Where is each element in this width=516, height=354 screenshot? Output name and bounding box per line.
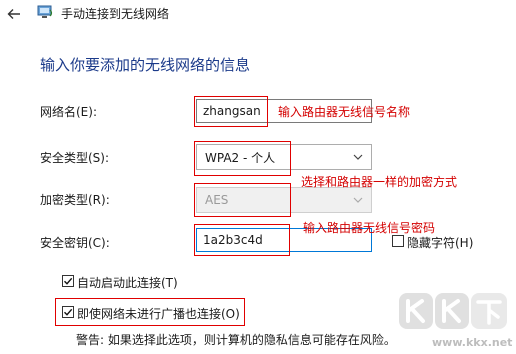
annotation-box-security [194, 141, 291, 176]
watermark-url: www.kkx.net [432, 336, 513, 349]
hide-chars-label: 隐藏字符(H) [407, 236, 474, 250]
network-icon [37, 5, 53, 18]
chevron-down-icon [353, 154, 363, 160]
checkmark-icon [64, 277, 73, 285]
security-key-label: 安全密钥(C): [40, 236, 110, 250]
annotation-box-hidden [55, 298, 245, 326]
back-arrow-icon[interactable] [6, 6, 22, 22]
kk-watermark-logo [399, 293, 507, 329]
annotation-name-hint: 输入路由器无线信号名称 [278, 105, 411, 119]
privacy-warning: 警告: 如果选择此选项，则计算机的隐私信息可能存在风险。 [76, 333, 396, 347]
hide-chars-checkbox[interactable] [392, 235, 404, 247]
annotation-security-hint: 选择和路由器一样的加密方式 [301, 175, 458, 189]
window-title: 手动连接到无线网络 [61, 7, 170, 21]
auto-connect-label: 自动启动此连接(T) [77, 276, 178, 290]
annotation-box-name [194, 96, 268, 127]
network-name-label: 网络名(E): [40, 105, 97, 119]
page-title: 输入你要添加的无线网络的信息 [40, 56, 251, 74]
security-type-label: 安全类型(S): [40, 151, 110, 165]
chevron-down-icon [353, 197, 363, 203]
annotation-box-encryption [194, 183, 291, 217]
annotation-box-key [194, 224, 290, 256]
encryption-type-label: 加密类型(R): [40, 193, 110, 207]
auto-connect-checkbox[interactable] [62, 275, 74, 287]
